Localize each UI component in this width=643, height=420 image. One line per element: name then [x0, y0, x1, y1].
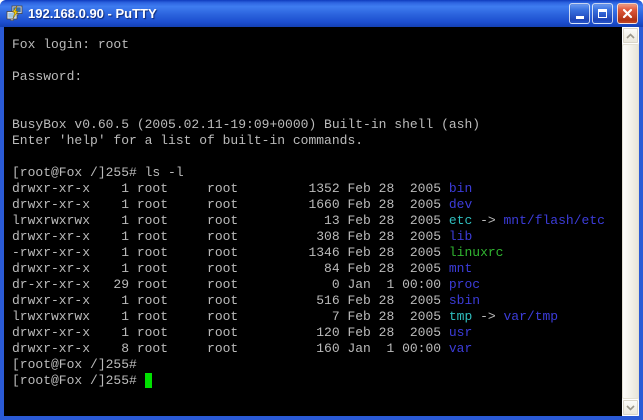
terminal-text-segment: drwxr-xr-x 1 root root 120 Feb 28 2005: [12, 325, 449, 340]
terminal-line: drwxr-xr-x 1 root root 120 Feb 28 2005 u…: [12, 325, 622, 341]
terminal-line: drwxr-xr-x 8 root root 160 Jan 1 00:00 v…: [12, 341, 622, 357]
chevron-up-icon: [626, 33, 635, 39]
terminal-line: drwxr-xr-x 1 root root 84 Feb 28 2005 mn…: [12, 261, 622, 277]
putty-icon: [6, 5, 23, 22]
terminal-line: [12, 53, 622, 69]
terminal-text-segment: mnt/flash/etc: [504, 213, 605, 228]
scroll-up-button[interactable]: [622, 27, 639, 44]
terminal-line: dr-xr-xr-x 29 root root 0 Jan 1 00:00 pr…: [12, 277, 622, 293]
terminal-text-segment: -rwxr-xr-x 1 root root 1346 Feb 28 2005: [12, 245, 449, 260]
chevron-down-icon: [626, 405, 635, 411]
terminal-text-segment: lib: [449, 229, 472, 244]
terminal-text-segment: var: [449, 341, 472, 356]
terminal-text-segment: lrwxrwxrwx 1 root root 7 Feb 28 2005: [12, 309, 449, 324]
terminal-text-segment: etc: [449, 213, 472, 228]
terminal-line: [root@Fox /]255#: [12, 373, 622, 389]
terminal-line: drwxr-xr-x 1 root root 516 Feb 28 2005 s…: [12, 293, 622, 309]
terminal-line: Enter 'help' for a list of built-in comm…: [12, 133, 622, 149]
terminal-text-segment: drwxr-xr-x 1 root root 1660 Feb 28 2005: [12, 197, 449, 212]
terminal-text-segment: mnt: [449, 261, 472, 276]
titlebar[interactable]: 192.168.0.90 - PuTTY: [0, 0, 643, 27]
terminal-client-area: Fox login: root Password: BusyBox v0.60.5 …: [4, 27, 639, 416]
terminal-line: lrwxrwxrwx 1 root root 13 Feb 28 2005 et…: [12, 213, 622, 229]
terminal-line: [root@Fox /]255#: [12, 357, 622, 373]
terminal-text-segment: drwxr-xr-x 1 root root 308 Feb 28 2005: [12, 229, 449, 244]
maximize-button[interactable]: [592, 3, 613, 24]
terminal-text-segment: ->: [472, 309, 503, 324]
putty-window: 192.168.0.90 - PuTTY Fox login: root Pass…: [0, 0, 643, 420]
close-button[interactable]: [617, 3, 638, 24]
terminal-text-segment: sbin: [449, 293, 480, 308]
terminal-text-segment: var/tmp: [504, 309, 559, 324]
scroll-down-button[interactable]: [622, 399, 639, 416]
terminal-line: BusyBox v0.60.5 (2005.02.11-19:09+0000) …: [12, 117, 622, 133]
terminal-line: [12, 101, 622, 117]
terminal-text-segment: [root@Fox /]255#: [12, 357, 137, 372]
terminal-text-segment: drwxr-xr-x 1 root root 1352 Feb 28 2005: [12, 181, 449, 196]
window-title: 192.168.0.90 - PuTTY: [28, 6, 569, 21]
terminal-line: [12, 85, 622, 101]
minimize-button[interactable]: [569, 3, 590, 24]
terminal-text-segment: linuxrc: [449, 245, 504, 260]
maximize-icon: [598, 9, 607, 18]
terminal-text-segment: lrwxrwxrwx 1 root root 13 Feb 28 2005: [12, 213, 449, 228]
terminal-line: -rwxr-xr-x 1 root root 1346 Feb 28 2005 …: [12, 245, 622, 261]
terminal-text-segment: Enter 'help' for a list of built-in comm…: [12, 133, 363, 148]
terminal-line: lrwxrwxrwx 1 root root 7 Feb 28 2005 tmp…: [12, 309, 622, 325]
terminal-text-segment: proc: [449, 277, 480, 292]
terminal-line: drwxr-xr-x 1 root root 1352 Feb 28 2005 …: [12, 181, 622, 197]
terminal-text-segment: [root@Fox /]255#: [12, 373, 145, 388]
minimize-icon: [576, 16, 584, 19]
terminal-text-segment: drwxr-xr-x 8 root root 160 Jan 1 00:00: [12, 341, 449, 356]
close-icon: [621, 7, 634, 20]
terminal-text-segment: bin: [449, 181, 472, 196]
terminal-line: drwxr-xr-x 1 root root 308 Feb 28 2005 l…: [12, 229, 622, 245]
terminal-text-segment: drwxr-xr-x 1 root root 84 Feb 28 2005: [12, 261, 449, 276]
terminal-text-segment: ->: [472, 213, 503, 228]
scrollbar-thumb[interactable]: [622, 44, 639, 399]
terminal-text-segment: [root@Fox /]255# ls -l: [12, 165, 184, 180]
terminal-line: Password:: [12, 69, 622, 85]
terminal-line: drwxr-xr-x 1 root root 1660 Feb 28 2005 …: [12, 197, 622, 213]
terminal-text-segment: tmp: [449, 309, 472, 324]
terminal-text-segment: drwxr-xr-x 1 root root 516 Feb 28 2005: [12, 293, 449, 308]
terminal-line: Fox login: root: [12, 37, 622, 53]
terminal-text-segment: dev: [449, 197, 472, 212]
terminal-line: [root@Fox /]255# ls -l: [12, 165, 622, 181]
terminal-screen[interactable]: Fox login: root Password: BusyBox v0.60.5 …: [4, 27, 622, 416]
scrollbar[interactable]: [622, 27, 639, 416]
terminal-text-segment: Password:: [12, 69, 82, 84]
terminal-text-segment: BusyBox v0.60.5 (2005.02.11-19:09+0000) …: [12, 117, 480, 132]
terminal-text-segment: usr: [449, 325, 472, 340]
terminal-line: [12, 149, 622, 165]
terminal-text-segment: Fox login: root: [12, 37, 129, 52]
terminal-text-segment: dr-xr-xr-x 29 root root 0 Jan 1 00:00: [12, 277, 449, 292]
terminal-cursor: [145, 373, 153, 388]
